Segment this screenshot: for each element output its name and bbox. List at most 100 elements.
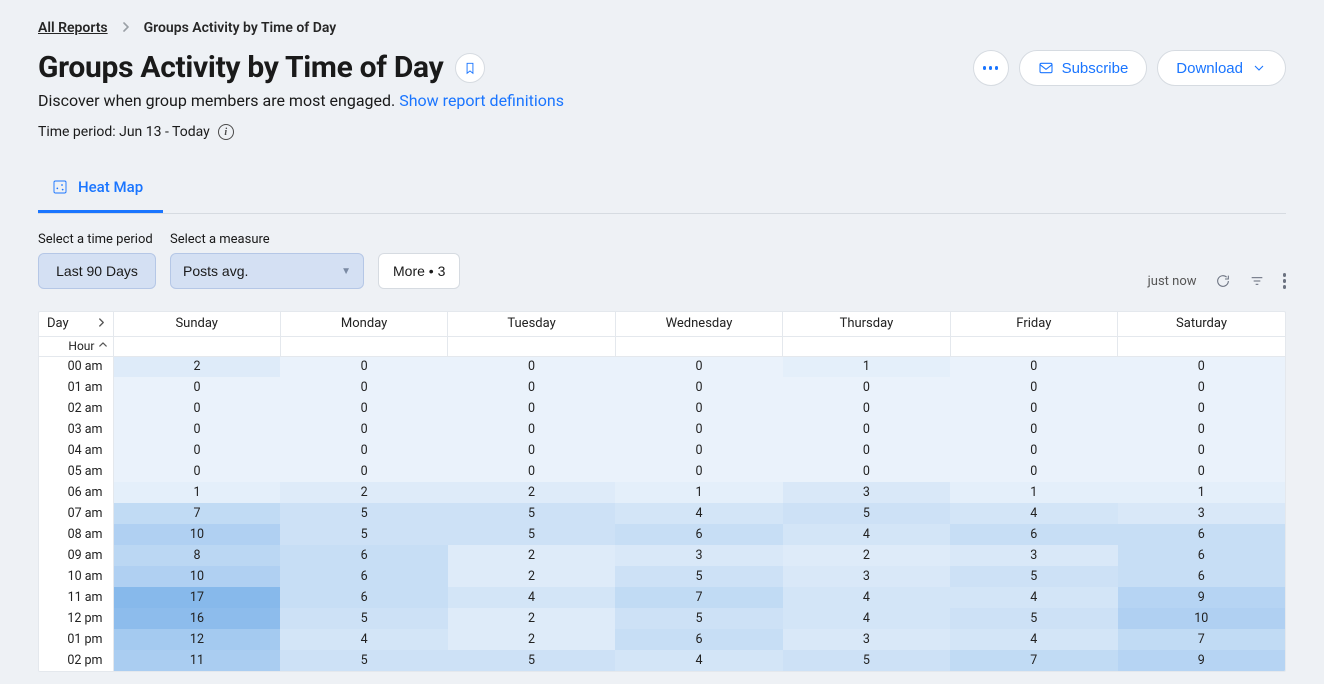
heatmap-cell[interactable]: 5 [280,608,447,629]
period-select[interactable]: Last 90 Days [38,253,156,289]
heatmap-cell[interactable]: 0 [280,419,447,440]
heatmap-cell[interactable]: 10 [1118,608,1285,629]
heatmap-cell[interactable]: 0 [448,398,615,419]
measure-select[interactable]: Posts avg. ▼ [170,253,364,289]
heatmap-cell[interactable]: 5 [448,650,615,671]
heatmap-cell[interactable]: 2 [280,482,447,503]
heatmap-cell[interactable]: 0 [950,440,1117,461]
heatmap-cell[interactable]: 2 [113,356,280,377]
heatmap-cell[interactable]: 0 [448,440,615,461]
heatmap-cell[interactable]: 7 [1118,629,1285,650]
heatmap-cell[interactable]: 0 [950,356,1117,377]
heatmap-cell[interactable]: 0 [280,356,447,377]
heatmap-cell[interactable]: 2 [448,482,615,503]
heatmap-cell[interactable]: 4 [950,503,1117,524]
heatmap-cell[interactable]: 3 [783,566,950,587]
day-header[interactable]: Thursday [783,312,950,336]
heatmap-cell[interactable]: 0 [615,440,782,461]
heatmap-cell[interactable]: 6 [615,629,782,650]
more-filters-button[interactable]: More • 3 [378,253,460,289]
heatmap-cell[interactable]: 11 [113,650,280,671]
heatmap-cell[interactable]: 0 [448,377,615,398]
heatmap-cell[interactable]: 2 [448,629,615,650]
breadcrumb-root-link[interactable]: All Reports [38,20,108,36]
heatmap-cell[interactable]: 5 [783,650,950,671]
heatmap-cell[interactable]: 0 [615,398,782,419]
info-icon[interactable]: i [218,124,234,140]
heatmap-cell[interactable]: 0 [113,398,280,419]
heatmap-cell[interactable]: 7 [615,587,782,608]
heatmap-cell[interactable]: 9 [1118,587,1285,608]
heatmap-cell[interactable]: 6 [1118,566,1285,587]
download-button[interactable]: Download [1157,50,1286,86]
heatmap-cell[interactable]: 0 [783,440,950,461]
tab-heatmap[interactable]: Heat Map [38,168,163,213]
heatmap-cell[interactable]: 0 [1118,461,1285,482]
heatmap-cell[interactable]: 3 [950,545,1117,566]
heatmap-cell[interactable]: 0 [280,377,447,398]
heatmap-cell[interactable]: 4 [615,650,782,671]
heatmap-cell[interactable]: 0 [783,461,950,482]
day-header[interactable]: Friday [950,312,1117,336]
heatmap-cell[interactable]: 5 [280,503,447,524]
heatmap-cell[interactable]: 0 [950,461,1117,482]
day-header[interactable]: Sunday [113,312,280,336]
heatmap-cell[interactable]: 5 [783,503,950,524]
heatmap-cell[interactable]: 6 [615,524,782,545]
heatmap-cell[interactable]: 0 [448,356,615,377]
heatmap-cell[interactable]: 4 [783,587,950,608]
filter-button[interactable] [1249,273,1265,289]
heatmap-cell[interactable]: 5 [448,524,615,545]
heatmap-cell[interactable]: 12 [113,629,280,650]
heatmap-cell[interactable]: 0 [113,377,280,398]
more-actions-button[interactable] [973,50,1009,86]
day-header[interactable]: Wednesday [615,312,782,336]
heatmap-cell[interactable]: 16 [113,608,280,629]
heatmap-cell[interactable]: 10 [113,566,280,587]
heatmap-cell[interactable]: 2 [448,608,615,629]
heatmap-cell[interactable]: 0 [783,398,950,419]
heatmap-cell[interactable]: 10 [113,524,280,545]
day-header[interactable]: Monday [280,312,447,336]
heatmap-cell[interactable]: 6 [280,545,447,566]
heatmap-cell[interactable]: 0 [615,419,782,440]
subscribe-button[interactable]: Subscribe [1019,50,1148,86]
heatmap-cell[interactable]: 0 [615,461,782,482]
heatmap-cell[interactable]: 0 [113,440,280,461]
heatmap-cell[interactable]: 6 [950,524,1117,545]
heatmap-cell[interactable]: 0 [1118,440,1285,461]
heatmap-cell[interactable]: 17 [113,587,280,608]
heatmap-cell[interactable]: 1 [1118,482,1285,503]
refresh-button[interactable] [1215,273,1231,289]
heatmap-cell[interactable]: 3 [1118,503,1285,524]
heatmap-cell[interactable]: 0 [1118,398,1285,419]
heatmap-cell[interactable]: 0 [280,461,447,482]
heatmap-cell[interactable]: 0 [1118,356,1285,377]
heatmap-cell[interactable]: 4 [783,524,950,545]
heatmap-cell[interactable]: 0 [950,398,1117,419]
heatmap-cell[interactable]: 0 [783,419,950,440]
heatmap-cell[interactable]: 0 [615,377,782,398]
heatmap-cell[interactable]: 2 [783,545,950,566]
heatmap-cell[interactable]: 0 [950,377,1117,398]
heatmap-cell[interactable]: 1 [950,482,1117,503]
day-column-header[interactable]: Day [39,312,113,336]
heatmap-cell[interactable]: 7 [113,503,280,524]
heatmap-cell[interactable]: 1 [615,482,782,503]
heatmap-cell[interactable]: 0 [280,440,447,461]
heatmap-cell[interactable]: 4 [615,503,782,524]
heatmap-cell[interactable]: 3 [783,629,950,650]
heatmap-cell[interactable]: 5 [615,566,782,587]
heatmap-cell[interactable]: 4 [280,629,447,650]
show-definitions-link[interactable]: Show report definitions [399,91,564,110]
heatmap-cell[interactable]: 6 [280,566,447,587]
heatmap-cell[interactable]: 0 [448,461,615,482]
heatmap-cell[interactable]: 4 [783,608,950,629]
heatmap-cell[interactable]: 6 [1118,524,1285,545]
heatmap-cell[interactable]: 5 [448,503,615,524]
bookmark-button[interactable] [455,53,485,83]
heatmap-cell[interactable]: 0 [113,461,280,482]
heatmap-cell[interactable]: 4 [448,587,615,608]
heatmap-cell[interactable]: 5 [280,650,447,671]
heatmap-cell[interactable]: 0 [783,377,950,398]
